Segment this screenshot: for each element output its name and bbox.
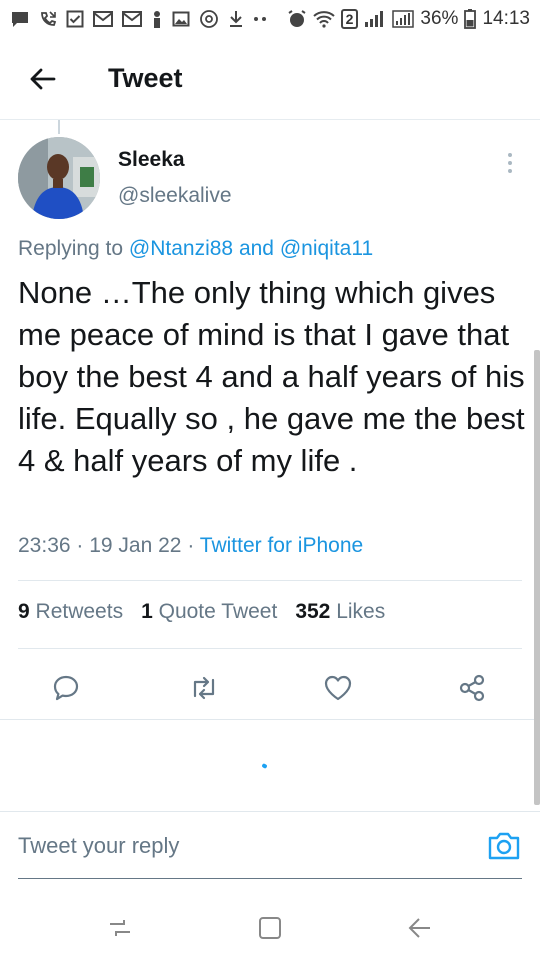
gmail-icon	[93, 11, 113, 27]
likes-label: Likes	[336, 600, 386, 623]
divider	[0, 719, 540, 720]
share-icon	[459, 674, 485, 702]
reply-mention-link[interactable]: @niqita11	[280, 237, 373, 260]
retweet-icon	[193, 676, 215, 700]
signal-icon	[392, 10, 415, 28]
likes-stat[interactable]: 352 Likes	[295, 600, 385, 624]
divider	[18, 580, 522, 581]
tweet-meta: 23:36 · 19 Jan 22 · Twitter for iPhone	[18, 534, 363, 558]
reply-button[interactable]	[46, 668, 86, 708]
more-dot	[508, 161, 512, 165]
likes-count: 352	[295, 600, 331, 623]
battery-percent: 36%	[420, 8, 459, 29]
replying-prefix: Replying to	[18, 237, 129, 260]
more-options-button[interactable]	[496, 148, 524, 178]
more-vertical-icon	[508, 153, 512, 157]
message-icon	[12, 12, 28, 27]
avatar[interactable]	[18, 137, 100, 219]
tweet-time: 23:36	[18, 534, 71, 557]
avatar-image	[18, 137, 100, 219]
camera-icon	[488, 832, 520, 860]
tweet-date: 19 Jan 22	[89, 534, 182, 557]
recents-button[interactable]	[102, 910, 138, 946]
retweets-label: Retweets	[35, 600, 124, 623]
home-icon	[259, 917, 281, 939]
author-handle[interactable]: @sleekalive	[118, 184, 232, 208]
quote-tweets-stat[interactable]: 1 Quote Tweet	[141, 600, 277, 624]
retweets-count: 9	[18, 600, 30, 623]
quotes-label: Quote Tweet	[158, 600, 278, 623]
status-bar: 2 36% 14:13	[0, 0, 540, 38]
reply-composer	[0, 811, 540, 879]
download-icon	[230, 11, 242, 27]
tweet-stats: 9 Retweets 1 Quote Tweet 352 Likes	[18, 600, 403, 624]
checkbox-icon	[66, 10, 84, 28]
more-dot	[508, 169, 512, 173]
author-display-name[interactable]: Sleeka	[118, 148, 185, 172]
back-button[interactable]	[12, 49, 72, 109]
gmail-icon	[122, 11, 142, 27]
notification-icons	[10, 9, 267, 29]
more-notifications-icon	[254, 17, 266, 21]
person-icon	[154, 11, 160, 28]
reply-joiner: and	[233, 237, 280, 260]
system-icons: 2 36% 14:13	[287, 8, 530, 30]
arrow-left-icon	[30, 68, 56, 89]
camera-button[interactable]	[486, 830, 522, 864]
clock: 14:13	[482, 8, 530, 29]
quotes-count: 1	[141, 600, 153, 623]
system-nav-bar	[0, 890, 540, 960]
reply-input-underline	[18, 878, 522, 879]
tweet-source-link[interactable]: Twitter for iPhone	[200, 534, 363, 557]
meta-separator: ·	[181, 534, 200, 557]
comment-icon	[53, 675, 79, 701]
nav-back-icon	[408, 918, 430, 938]
heart-icon	[324, 675, 352, 701]
retweets-stat[interactable]: 9 Retweets	[18, 600, 123, 624]
nav-back-button[interactable]	[402, 910, 438, 946]
share-button[interactable]	[452, 668, 492, 708]
like-button[interactable]	[318, 668, 358, 708]
wifi-icon	[312, 11, 335, 28]
alarm-icon	[288, 10, 306, 27]
loading-indicator	[261, 763, 268, 769]
app-bar: Tweet	[0, 38, 540, 120]
signal-icon	[365, 11, 384, 27]
tweet-text: None …The only thing which gives me peac…	[18, 275, 525, 478]
scrollbar[interactable]	[534, 350, 540, 805]
tweet-actions	[0, 660, 540, 712]
page-title: Tweet	[108, 63, 183, 93]
divider	[18, 648, 522, 649]
reply-mention-link[interactable]: @Ntanzi88	[129, 237, 233, 260]
home-button[interactable]	[252, 910, 288, 946]
replying-to: Replying to @Ntanzi88 and @niqita11	[18, 237, 373, 261]
sync-icon	[200, 10, 218, 28]
recents-icon	[110, 920, 130, 936]
gallery-icon	[172, 11, 190, 27]
battery-icon	[464, 9, 477, 29]
notification-count-badge: 2	[340, 9, 359, 29]
reply-input[interactable]	[18, 826, 458, 866]
missed-call-icon	[41, 11, 57, 26]
thread-line	[58, 120, 60, 134]
retweet-button[interactable]	[184, 668, 224, 708]
meta-separator: ·	[70, 534, 90, 557]
